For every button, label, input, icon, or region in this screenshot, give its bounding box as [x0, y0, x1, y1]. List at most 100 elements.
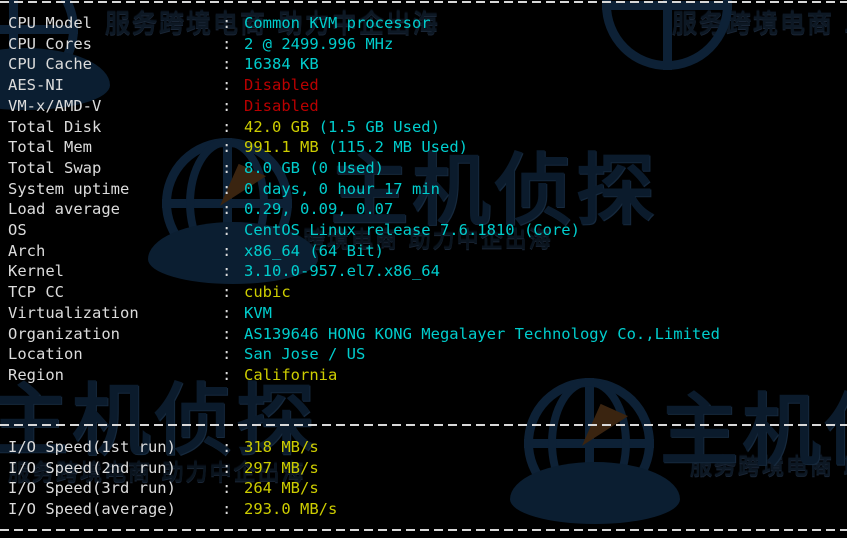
info-label: CPU Cache — [8, 55, 92, 74]
info-row: CPU Cache:16384 KB — [8, 54, 319, 75]
info-label: Region — [8, 365, 64, 384]
terminal-window[interactable]: 服务跨境电商 助力中企出海 服务跨境电商 助力中企出海 服务跨境电商 助力中企出… — [0, 0, 847, 538]
info-row: Region: California — [8, 365, 337, 386]
separator-bottom — [0, 529, 847, 531]
info-label: I/O Speed(2nd run) — [8, 458, 176, 477]
cursor-arrow-icon — [581, 403, 629, 459]
info-colon: : — [222, 438, 232, 456]
info-row: System uptime:0 days, 0 hour 17 min — [8, 179, 440, 200]
info-colon: : — [222, 324, 232, 343]
globe-icon — [524, 378, 654, 508]
info-row: AES-NI: Disabled — [8, 75, 319, 96]
info-value: 293.0 MB/s — [244, 500, 338, 519]
info-colon: : — [222, 179, 232, 198]
info-colon: : — [222, 283, 232, 302]
info-value: 3.10.0-957.el7.x86_64 — [244, 262, 440, 281]
info-label: Total Disk — [8, 117, 102, 136]
info-value: 0 days, 0 hour 17 min — [244, 179, 440, 198]
info-row: I/O Speed(average):293.0 MB/s — [8, 499, 337, 520]
info-label: CPU Model — [8, 14, 92, 32]
info-value: Common KVM processor — [244, 14, 431, 32]
globe-meridian-icon — [548, 378, 630, 508]
info-colon: : — [222, 479, 232, 498]
info-label: Kernel — [8, 262, 64, 281]
info-label: I/O Speed(3rd run) — [8, 479, 176, 498]
info-value: Disabled — [244, 76, 319, 95]
info-colon: : — [222, 303, 232, 322]
info-value: 2 @ 2499.996 MHz — [244, 34, 394, 53]
info-value: 16384 KB — [244, 55, 319, 74]
info-colon: : — [222, 458, 232, 477]
info-value: California — [244, 365, 338, 384]
info-value: 991.1 MB — [244, 138, 328, 157]
info-colon: : — [222, 138, 232, 157]
info-value: cubic — [244, 283, 291, 302]
info-row: I/O Speed(2nd run):297 MB/s — [8, 458, 319, 479]
info-label: VM-x/AMD-V — [8, 96, 102, 115]
info-colon: : — [222, 200, 232, 219]
info-colon: : — [222, 76, 232, 95]
info-value: (1.5 GB Used) — [318, 117, 440, 136]
info-label: I/O Speed(average) — [8, 500, 176, 519]
info-label: Load average — [8, 200, 120, 219]
info-label: TCP CC — [8, 283, 64, 302]
info-label: Organization — [8, 324, 120, 343]
info-label: Total Swap — [8, 158, 102, 177]
info-label: I/O Speed(1st run) — [8, 438, 176, 456]
info-colon: : — [222, 96, 232, 115]
info-value: (115.2 MB Used) — [328, 138, 468, 157]
info-row: Total Swap:8.0 GB (0 Used) — [8, 158, 384, 179]
info-colon: : — [222, 221, 232, 239]
info-row: I/O Speed(3rd run):264 MB/s — [8, 478, 319, 499]
watermark-tagline: 服务跨境电商 助力中企出海 — [672, 9, 847, 38]
info-value: San Jose / US — [244, 345, 366, 364]
info-label: OS — [8, 221, 27, 239]
info-row: Virtualization: KVM — [8, 303, 272, 324]
info-value: x86_64 (64 Bit) — [244, 241, 384, 260]
info-row: Organization: AS139646 HONG KONG Megalaye… — [8, 324, 720, 345]
info-colon: : — [222, 241, 232, 260]
info-row: CPU Cores:2 @ 2499.996 MHz — [8, 34, 393, 55]
info-label: Total Mem — [8, 138, 92, 157]
info-label: CPU Cores — [8, 34, 92, 53]
swoosh-shape — [510, 462, 680, 524]
info-colon: : — [222, 365, 232, 384]
info-value: Disabled — [244, 96, 319, 115]
info-value: 8.0 GB (0 Used) — [244, 158, 384, 177]
info-row: OS: CentOS Linux release 7.6.1810 (Core) — [8, 220, 580, 241]
info-row: VM-x/AMD-V: Disabled — [8, 96, 319, 117]
info-value: 297 MB/s — [244, 458, 319, 477]
info-colon: : — [222, 345, 232, 364]
info-row: Arch: x86_64 (64 Bit) — [8, 241, 384, 262]
info-value: KVM — [244, 303, 272, 322]
info-colon: : — [222, 14, 232, 32]
separator-middle — [0, 424, 847, 426]
info-label: AES-NI — [8, 76, 64, 95]
info-label: System uptime — [8, 179, 130, 198]
info-value: 318 MB/s — [244, 438, 319, 456]
info-colon: : — [222, 117, 232, 136]
watermark-tagline: 服务跨境电商 助力中企出海 — [690, 455, 847, 480]
info-row: Load average:0.29, 0.09, 0.07 — [8, 199, 393, 220]
info-colon: : — [222, 500, 232, 519]
info-row: Location: San Jose / US — [8, 344, 365, 365]
info-value: AS139646 HONG KONG Megalayer Technology … — [244, 324, 720, 343]
info-colon: : — [222, 262, 232, 281]
info-row: I/O Speed(1st run):318 MB/s — [8, 437, 319, 458]
info-row: Kernel:3.10.0-957.el7.x86_64 — [8, 261, 440, 282]
info-row: Total Disk:42.0 GB (1.5 GB Used) — [8, 117, 440, 138]
info-colon: : — [222, 158, 232, 177]
info-value: 264 MB/s — [244, 479, 319, 498]
info-value: 0.29, 0.09, 0.07 — [244, 200, 394, 219]
globe-icon — [602, 0, 732, 70]
info-row: CPU Model: Common KVM processor — [8, 13, 431, 34]
info-value: CentOS Linux release 7.6.1810 (Core) — [244, 221, 580, 239]
info-colon: : — [222, 34, 232, 53]
separator-top — [0, 1, 847, 3]
info-row: Total Mem:991.1 MB (115.2 MB Used) — [8, 137, 468, 158]
info-label: Virtualization — [8, 303, 139, 322]
info-value: 42.0 GB — [244, 117, 319, 136]
info-label: Arch — [8, 241, 46, 260]
info-row: TCP CC: cubic — [8, 282, 291, 303]
info-colon: : — [222, 55, 232, 74]
